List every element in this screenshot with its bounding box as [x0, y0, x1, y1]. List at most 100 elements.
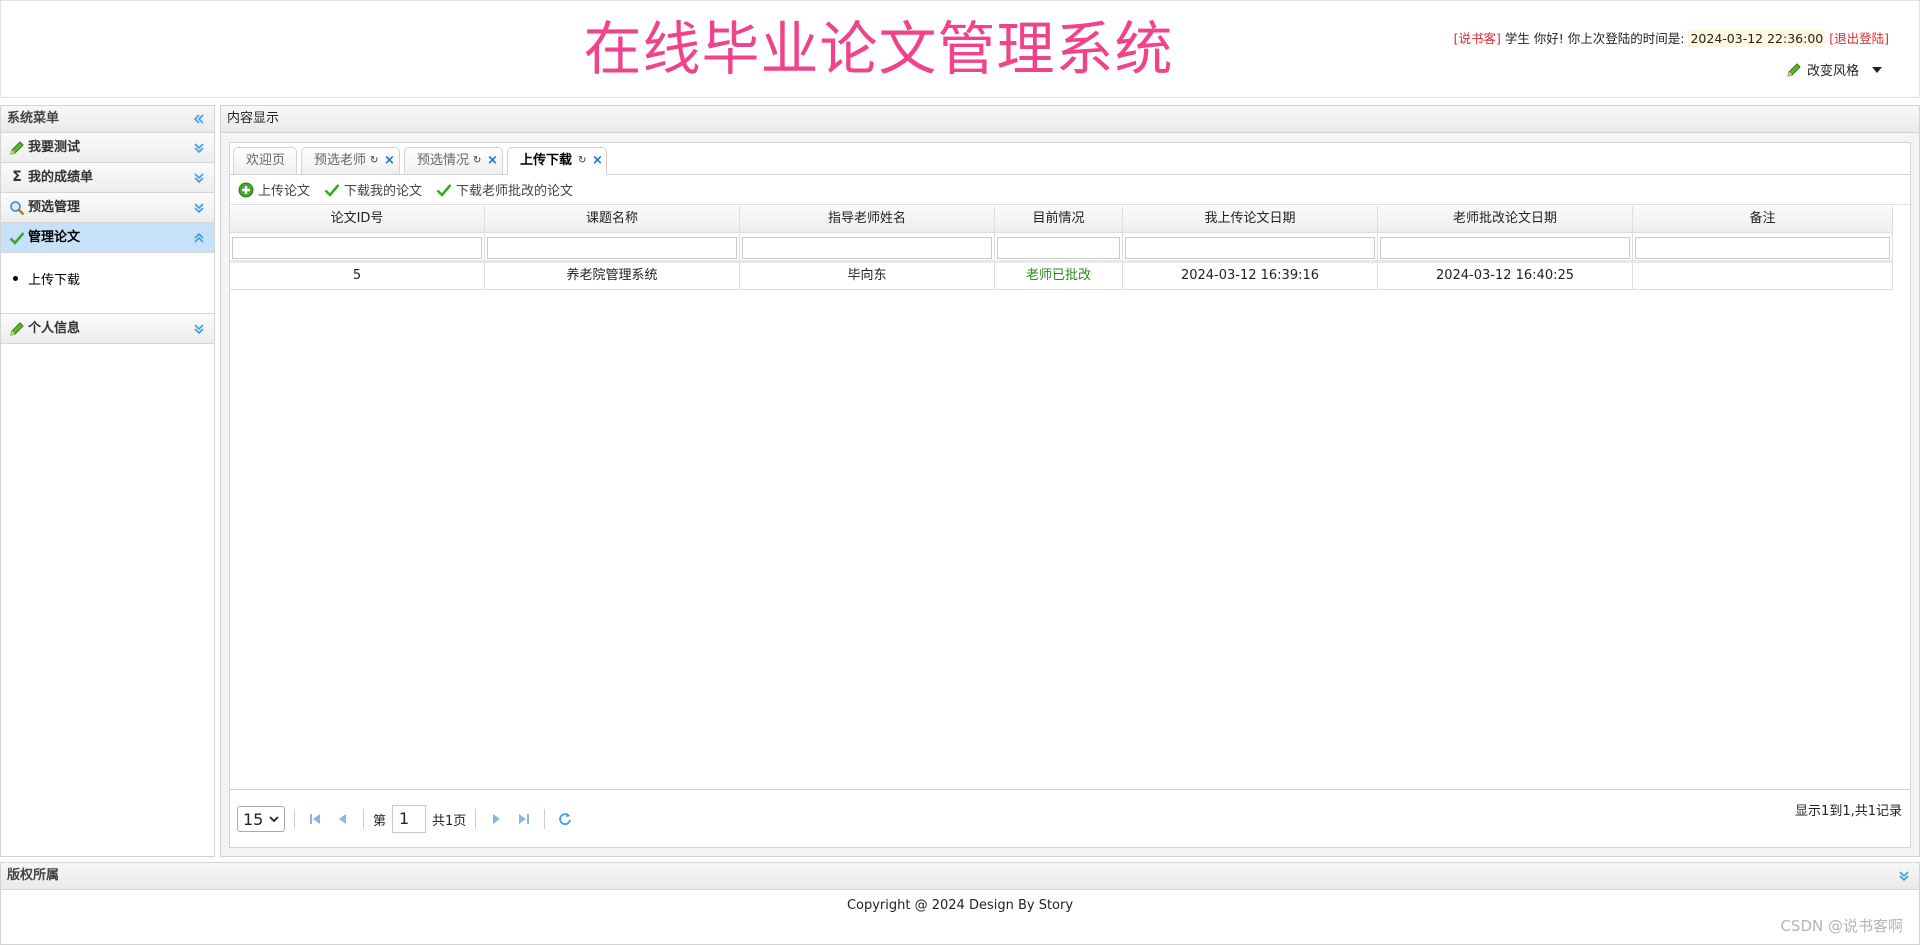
tab-label: 欢迎页: [246, 153, 286, 168]
table-row[interactable]: 5 养老院管理系统 毕向东 老师已批改 2024-03-12 16:39:16 …: [230, 263, 1910, 290]
change-style-button[interactable]: 改变风格: [1786, 60, 1882, 79]
sidebar: 系统菜单 我要测试 Σ 我的成绩单 预选管理 管理论文 上传下载 个人信息: [0, 105, 215, 857]
pencil-icon: [10, 321, 24, 336]
expand-icon[interactable]: [192, 171, 206, 185]
record-summary: 显示1到1,共1记录: [1795, 804, 1902, 819]
refresh-icon[interactable]: ↻: [473, 148, 481, 174]
column-header[interactable]: 老师批改论文日期: [1378, 206, 1633, 233]
magnifier-icon: [10, 200, 25, 215]
cell-paper-id: 5: [230, 263, 485, 290]
pagination-controls: 15 第 1 共1页: [237, 805, 576, 833]
content-title: 内容显示: [221, 106, 1919, 133]
sidebar-item-label: 我的成绩单: [28, 170, 94, 185]
tab-preselect-status[interactable]: 预选情况 ↻ ×: [404, 147, 503, 175]
page-prefix: 第: [373, 813, 387, 829]
filter-input[interactable]: [1380, 236, 1630, 259]
separator: [363, 809, 364, 829]
close-icon[interactable]: ×: [592, 148, 603, 174]
chevron-down-icon: [269, 816, 279, 823]
sidebar-item-grades[interactable]: Σ 我的成绩单: [1, 163, 214, 193]
refresh-icon[interactable]: ↻: [578, 148, 586, 174]
collapse-left-icon[interactable]: [192, 112, 206, 126]
refresh-icon[interactable]: [554, 809, 576, 829]
filter-input[interactable]: [232, 236, 482, 259]
expand-icon[interactable]: [1897, 869, 1911, 883]
tab-upload-download[interactable]: 上传下载 ↻ ×: [507, 147, 607, 175]
collapse-up-icon[interactable]: [192, 231, 206, 245]
cell-status: 老师已批改: [995, 263, 1123, 290]
expand-icon[interactable]: [192, 322, 206, 336]
grid-header-row: 论文ID号 课题名称 指导老师姓名 目前情况 我上传论文日期 老师批改论文日期 …: [230, 206, 1910, 233]
filter-input[interactable]: [1125, 236, 1375, 259]
filter-input[interactable]: [487, 236, 737, 259]
expand-icon[interactable]: [192, 201, 206, 215]
sidebar-item-profile[interactable]: 个人信息: [1, 314, 214, 344]
tab-label: 预选情况: [417, 153, 470, 168]
page-size-value: 15: [243, 809, 264, 829]
cell-upload-date: 2024-03-12 16:39:16: [1123, 263, 1378, 290]
filter-input[interactable]: [742, 236, 992, 259]
pencil-icon: [1787, 62, 1801, 77]
filter-cell: [1633, 233, 1893, 263]
cell-topic: 养老院管理系统: [485, 263, 740, 290]
sidebar-title-label: 系统菜单: [7, 111, 60, 126]
filter-input[interactable]: [997, 236, 1120, 259]
column-header[interactable]: 备注: [1633, 206, 1893, 233]
sidebar-item-test[interactable]: 我要测试: [1, 133, 214, 163]
column-header[interactable]: 课题名称: [485, 206, 740, 233]
separator: [294, 809, 295, 829]
footer-title-label: 版权所属: [7, 868, 60, 883]
footer: 版权所属 Copyright @ 2024 Design By Story CS…: [0, 862, 1920, 945]
checkmark-icon: [9, 231, 25, 245]
download-my-paper-button[interactable]: 下载我的论文: [324, 180, 422, 199]
sidebar-item-manage-paper[interactable]: 管理论文: [1, 223, 214, 253]
first-page-icon[interactable]: [304, 809, 326, 829]
download-reviewed-paper-button[interactable]: 下载老师批改的论文: [436, 180, 573, 199]
page-number-input[interactable]: 1: [392, 805, 427, 833]
close-icon[interactable]: ×: [384, 148, 395, 174]
cell-review-date: 2024-03-12 16:40:25: [1378, 263, 1633, 290]
page-total: 共1页: [432, 813, 467, 829]
tab-label: 预选老师: [314, 153, 367, 168]
next-page-icon[interactable]: [485, 809, 507, 829]
column-header[interactable]: 我上传论文日期: [1123, 206, 1378, 233]
column-header[interactable]: 论文ID号: [230, 206, 485, 233]
download-my-paper-label: 下载我的论文: [344, 184, 423, 199]
copyright-text: Copyright @ 2024 Design By Story: [846, 898, 1074, 913]
manage-paper-submenu: 上传下载: [1, 253, 214, 314]
toolbar: 上传论文 下载我的论文 下载老师批改的论文: [230, 175, 1910, 205]
change-style-label: 改变风格: [1806, 64, 1859, 79]
last-login-time: 2024-03-12 22:36:00: [1688, 30, 1826, 47]
filter-cell: [230, 233, 485, 263]
checkmark-icon: [324, 183, 340, 197]
sigma-icon: Σ: [12, 169, 22, 185]
logout-link[interactable]: [退出登陆]: [1829, 31, 1889, 46]
column-header[interactable]: 指导老师姓名: [740, 206, 995, 233]
sidebar-item-label: 预选管理: [28, 200, 81, 215]
tab-welcome[interactable]: 欢迎页: [233, 147, 297, 175]
filter-cell: [1378, 233, 1633, 263]
header: 在线毕业论文管理系统 [说书客] 学生 你好! 你上次登陆的时间是: 2024-…: [0, 0, 1920, 98]
refresh-icon[interactable]: ↻: [370, 148, 378, 174]
tab-label: 上传下载: [520, 153, 573, 168]
user-info: [说书客] 学生 你好! 你上次登陆的时间是: 2024-03-12 22:36…: [1454, 28, 1889, 47]
tab-preselect-teacher[interactable]: 预选老师 ↻ ×: [301, 147, 400, 175]
last-page-icon[interactable]: [513, 809, 535, 829]
column-header[interactable]: 目前情况: [995, 206, 1123, 233]
add-icon: [238, 182, 254, 197]
submenu-item-label: 上传下载: [28, 273, 81, 288]
sidebar-item-label: 管理论文: [28, 230, 81, 245]
greeting: 学生 你好! 你上次登陆的时间是:: [1504, 31, 1685, 46]
close-icon[interactable]: ×: [487, 148, 498, 174]
footer-title: 版权所属: [1, 863, 1919, 890]
sidebar-item-preselect[interactable]: 预选管理: [1, 193, 214, 223]
filter-input[interactable]: [1635, 236, 1890, 259]
prev-page-icon[interactable]: [332, 809, 354, 829]
expand-icon[interactable]: [192, 141, 206, 155]
checkmark-icon: [436, 183, 452, 197]
separator: [475, 809, 477, 829]
upload-paper-button[interactable]: 上传论文: [238, 180, 310, 199]
submenu-item-upload-download[interactable]: 上传下载: [13, 269, 214, 288]
pagination: 15 第 1 共1页 显示1到1,共1记录: [230, 789, 1910, 847]
page-size-select[interactable]: 15: [237, 806, 285, 832]
